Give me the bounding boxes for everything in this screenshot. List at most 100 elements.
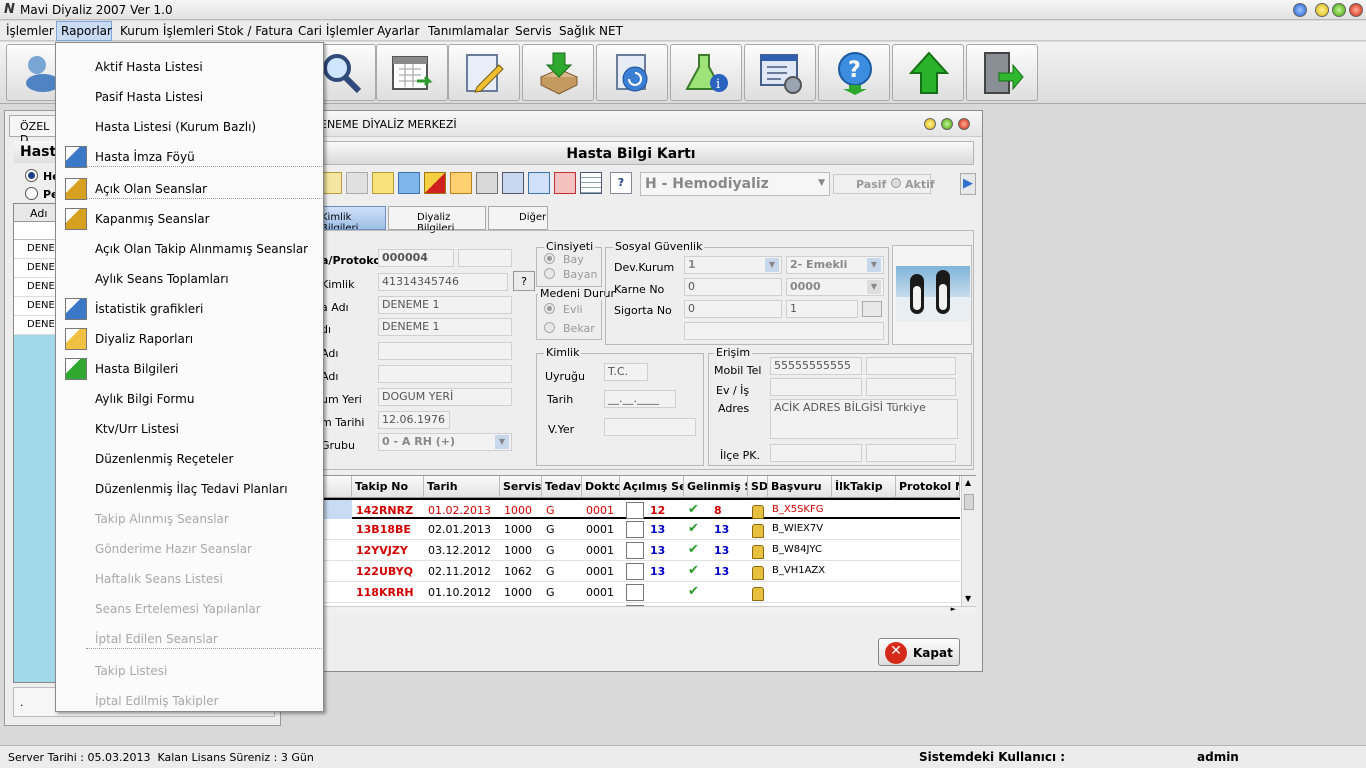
menu-item-3[interactable]: Hasta Listesi (Kurum Bazlı) [57,114,323,140]
sigorta-no-field[interactable]: 0 [684,300,782,318]
menu-item-8[interactable]: Aylık Seans Toplamları [57,266,323,292]
settings-form-button[interactable] [744,44,816,101]
menu-servis[interactable]: Servis [515,24,552,38]
menu-tanimlamalar[interactable]: Tanımlamalar [428,24,509,38]
grid-header-cell[interactable]: Protokol N [896,476,960,498]
help-button[interactable]: ? [610,172,632,194]
window-close-button[interactable] [1349,3,1363,17]
grid-header-cell[interactable]: Tarih [424,476,500,498]
menu-stok-fatura[interactable]: Stok / Fatura [217,24,293,38]
grid-hscrollbar[interactable]: ► [284,605,976,615]
window-maximize-button[interactable] [1332,3,1346,17]
save-icon[interactable] [346,172,368,194]
menu-islemler[interactable]: İşlemler [6,24,54,38]
sigorta-button[interactable] [862,301,882,317]
tab-kimlik-bilgileri[interactable]: Kimlik Bilgileri [318,206,386,230]
radio-hemodiyaliz[interactable] [25,169,38,182]
kimlik-lookup-button[interactable]: ? [513,271,535,291]
table-row[interactable]: 118KRRH 01.10.2012 1000 G 0001 ✔ [284,582,960,603]
ev-tel-field[interactable] [770,378,862,396]
help-globe-button[interactable]: ? [818,44,890,101]
soyadi-field[interactable]: DENEME 1 [378,318,512,336]
menu-item-15[interactable]: Düzenlenmiş İlaç Tedavi Planları [57,476,323,502]
refresh-doc-button[interactable] [596,44,668,101]
grid-header-cell[interactable]: SD [748,476,768,498]
radio-evli[interactable] [544,303,555,314]
menu-saglik-net[interactable]: Sağlık NET [559,24,623,38]
sigorta-extra-field[interactable] [684,322,884,340]
download-button[interactable] [522,44,594,101]
mode-select[interactable]: H - Hemodiyaliz ▼ [640,172,830,196]
grid-header-cell[interactable]: Tedav [542,476,582,498]
karne-code-select[interactable]: 0000 ▼ [786,278,884,296]
radio-bay[interactable] [544,253,555,264]
print-icon[interactable] [476,172,498,194]
panel-tab[interactable]: ÖZEL D [9,115,61,146]
ilce-field[interactable] [770,444,862,462]
grid-header-cell[interactable]: Servis [500,476,542,498]
column-adi[interactable]: Adı [30,207,47,220]
mobil-tel2-field[interactable] [866,357,956,375]
dogum-tarihi-field[interactable]: 12.06.1976 [378,411,450,429]
warning-icon[interactable] [554,172,576,194]
pencil-icon[interactable] [424,172,446,194]
menu-item-9[interactable]: İstatistik grafikleri [57,296,323,322]
grid-header-cell[interactable]: İlkTakip [832,476,896,498]
grid-header-cell[interactable]: Dokto [582,476,620,498]
radio-bekar[interactable] [544,322,555,333]
is-tel-field[interactable] [866,378,956,396]
adi-field[interactable]: DENEME 1 [378,296,512,314]
aktif-radio[interactable] [891,178,901,188]
tab-diger[interactable]: Diğer [488,206,548,230]
close-button[interactable] [958,118,970,130]
table-row[interactable]: 122UBYQ 02.11.2012 1062 G 0001 13 ✔ 13 B_VH1AZX [284,561,960,582]
grid-header-cell[interactable]: Takip No [352,476,424,498]
grid-header-cell[interactable]: Gelinmiş S [684,476,748,498]
kapat-button[interactable]: ✕ Kapat [878,638,960,666]
medical-icon[interactable] [528,172,550,194]
edit-note-button[interactable] [448,44,520,101]
grid-header-cell[interactable]: Başvuru [768,476,832,498]
karne-no-field[interactable]: 0 [684,278,782,296]
mobil-tel-field[interactable]: 55555555555 [770,357,862,375]
protokol-extra-field[interactable] [458,249,512,267]
menu-item-6[interactable]: Kapanmış Seanslar [57,206,323,232]
emekli-select[interactable]: 2- Emekli ▼ [786,256,884,274]
window-help-button[interactable] [1293,3,1307,17]
radio-periton[interactable] [25,187,38,200]
protokol-field[interactable]: 000004 [378,249,454,267]
dogum-yeri-field[interactable]: DOGUM YERİ [378,388,512,406]
menu-kurum-islemleri[interactable]: Kurum İşlemleri [120,24,214,38]
menu-item-7[interactable]: Açık Olan Takip Alınmamış Seanslar [57,236,323,262]
minimize-button[interactable] [924,118,936,130]
menu-item-11[interactable]: Hasta Bilgileri [57,356,323,382]
menu-item-10[interactable]: Diyaliz Raporları [57,326,323,352]
menu-item-1[interactable]: Aktif Hasta Listesi [57,54,323,80]
pk-field[interactable] [866,444,956,462]
delete-icon[interactable] [398,172,420,194]
radio-bayan[interactable] [544,268,555,279]
tab-diyaliz-bilgileri[interactable]: Diyaliz Bilgileri [388,206,486,234]
patient-icon[interactable] [502,172,524,194]
patient-photo[interactable] [896,266,970,322]
menu-item-13[interactable]: Ktv/Urr Listesi [57,416,323,442]
up-arrow-button[interactable] [892,44,964,101]
dev-kurum-select[interactable]: 1 ▼ [684,256,782,274]
flask-info-button[interactable]: i [670,44,742,101]
grid-header-cell[interactable]: Açılmış Se [620,476,684,498]
v-yer-field[interactable] [604,418,696,436]
menu-ayarlar[interactable]: Ayarlar [377,24,419,38]
sigorta-no2-field[interactable]: 1 [786,300,858,318]
menu-item-14[interactable]: Düzenlenmiş Reçeteler [57,446,323,472]
exit-button[interactable] [966,44,1038,101]
table-icon[interactable] [580,172,602,194]
tarih-field[interactable]: __.__.____ [604,390,676,408]
menu-item-2[interactable]: Pasif Hasta Listesi [57,84,323,110]
table-row[interactable]: 13B18BE 02.01.2013 1000 G 0001 13 ✔ 13 B_WIEX7V [284,519,960,540]
grid-vscrollbar[interactable]: ▲ ▼ [961,476,976,606]
pin-icon[interactable] [450,172,472,194]
menu-item-12[interactable]: Aylık Bilgi Formu [57,386,323,412]
table-row[interactable]: 142RNRZ 01.02.2013 1000 G 0001 12 ✔ 8 B_X5SKFG [284,498,960,519]
next-arrow-button[interactable]: ▶ [960,173,976,195]
maximize-button[interactable] [941,118,953,130]
